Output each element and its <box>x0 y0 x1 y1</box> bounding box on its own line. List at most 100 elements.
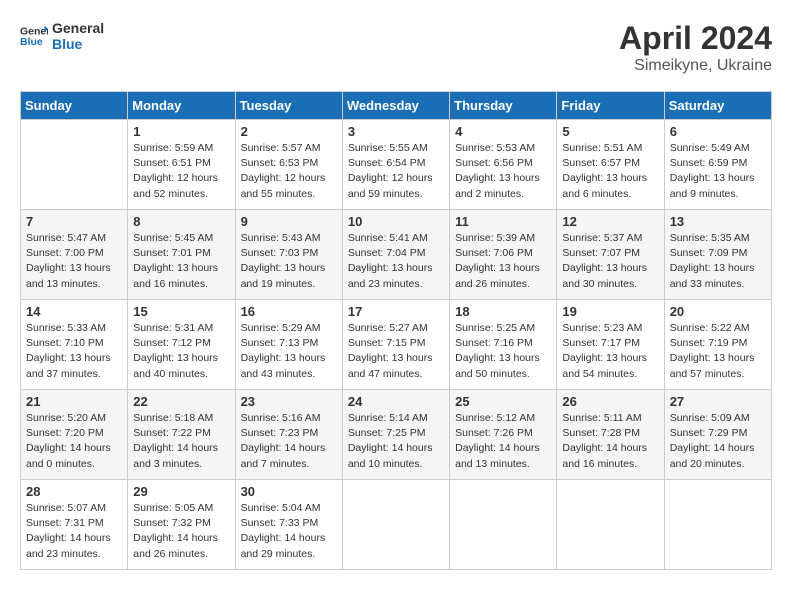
calendar-cell <box>342 480 449 570</box>
month-title: April 2024 <box>619 20 772 57</box>
day-number: 25 <box>455 394 551 409</box>
day-info: Sunrise: 5:55 AMSunset: 6:54 PMDaylight:… <box>348 141 444 202</box>
calendar-cell: 4Sunrise: 5:53 AMSunset: 6:56 PMDaylight… <box>450 120 557 210</box>
calendar-cell: 17Sunrise: 5:27 AMSunset: 7:15 PMDayligh… <box>342 300 449 390</box>
day-info: Sunrise: 5:37 AMSunset: 7:07 PMDaylight:… <box>562 231 658 292</box>
calendar-cell <box>21 120 128 210</box>
day-info: Sunrise: 5:43 AMSunset: 7:03 PMDaylight:… <box>241 231 337 292</box>
calendar-cell <box>450 480 557 570</box>
day-number: 23 <box>241 394 337 409</box>
day-number: 26 <box>562 394 658 409</box>
calendar-cell: 2 Sunrise: 5:57 AMSunset: 6:53 PMDaylight… <box>235 120 342 210</box>
calendar-week-row: 1 Sunrise: 5:59 AMSunset: 6:51 PMDaylight… <box>21 120 772 210</box>
calendar-cell: 15Sunrise: 5:31 AMSunset: 7:12 PMDayligh… <box>128 300 235 390</box>
day-info: Sunrise: 5:18 AMSunset: 7:22 PMDaylight:… <box>133 411 229 472</box>
calendar-week-row: 7 Sunrise: 5:47 AMSunset: 7:00 PMDaylight… <box>21 210 772 300</box>
day-number: 1 <box>133 124 229 139</box>
day-info: Sunrise: 5:20 AMSunset: 7:20 PMDaylight:… <box>26 411 122 472</box>
calendar-cell: 26 Sunrise: 5:11 AMSunset: 7:28 PMDayligh… <box>557 390 664 480</box>
calendar-week-row: 14Sunrise: 5:33 AMSunset: 7:10 PMDayligh… <box>21 300 772 390</box>
day-info: Sunrise: 5:39 AMSunset: 7:06 PMDaylight:… <box>455 231 551 292</box>
day-info: Sunrise: 5:07 AMSunset: 7:31 PMDaylight:… <box>26 501 122 562</box>
day-info: Sunrise: 5:49 AMSunset: 6:59 PMDaylight:… <box>670 141 766 202</box>
day-number: 19 <box>562 304 658 319</box>
day-info: Sunrise: 5:51 AMSunset: 6:57 PMDaylight:… <box>562 141 658 202</box>
title-block: April 2024 Simeikyne, Ukraine <box>619 20 772 75</box>
calendar-cell: 25 Sunrise: 5:12 AMSunset: 7:26 PMDayligh… <box>450 390 557 480</box>
day-info: Sunrise: 5:05 AMSunset: 7:32 PMDaylight:… <box>133 501 229 562</box>
day-number: 17 <box>348 304 444 319</box>
day-number: 20 <box>670 304 766 319</box>
day-number: 7 <box>26 214 122 229</box>
day-number: 4 <box>455 124 551 139</box>
header-day-friday: Friday <box>557 92 664 120</box>
calendar-cell: 27Sunrise: 5:09 AMSunset: 7:29 PMDayligh… <box>664 390 771 480</box>
day-number: 21 <box>26 394 122 409</box>
day-info: Sunrise: 5:57 AMSunset: 6:53 PMDaylight:… <box>241 141 337 202</box>
day-info: Sunrise: 5:45 AMSunset: 7:01 PMDaylight:… <box>133 231 229 292</box>
calendar-cell: 30 Sunrise: 5:04 AMSunset: 7:33 PMDayligh… <box>235 480 342 570</box>
calendar-cell: 19 Sunrise: 5:23 AMSunset: 7:17 PMDayligh… <box>557 300 664 390</box>
calendar-cell: 20 Sunrise: 5:22 AMSunset: 7:19 PMDayligh… <box>664 300 771 390</box>
calendar-cell: 7 Sunrise: 5:47 AMSunset: 7:00 PMDaylight… <box>21 210 128 300</box>
calendar-cell: 8 Sunrise: 5:45 AMSunset: 7:01 PMDaylight… <box>128 210 235 300</box>
svg-text:Blue: Blue <box>20 36 43 48</box>
day-info: Sunrise: 5:12 AMSunset: 7:26 PMDaylight:… <box>455 411 551 472</box>
calendar-cell <box>557 480 664 570</box>
day-info: Sunrise: 5:22 AMSunset: 7:19 PMDaylight:… <box>670 321 766 382</box>
day-info: Sunrise: 5:31 AMSunset: 7:12 PMDaylight:… <box>133 321 229 382</box>
calendar-cell: 29Sunrise: 5:05 AMSunset: 7:32 PMDayligh… <box>128 480 235 570</box>
day-number: 22 <box>133 394 229 409</box>
calendar-cell: 13 Sunrise: 5:35 AMSunset: 7:09 PMDayligh… <box>664 210 771 300</box>
calendar-table: SundayMondayTuesdayWednesdayThursdayFrid… <box>20 91 772 570</box>
day-number: 30 <box>241 484 337 499</box>
day-info: Sunrise: 5:11 AMSunset: 7:28 PMDaylight:… <box>562 411 658 472</box>
day-info: Sunrise: 5:04 AMSunset: 7:33 PMDaylight:… <box>241 501 337 562</box>
calendar-cell: 23 Sunrise: 5:16 AMSunset: 7:23 PMDayligh… <box>235 390 342 480</box>
calendar-cell: 12Sunrise: 5:37 AMSunset: 7:07 PMDayligh… <box>557 210 664 300</box>
header-day-monday: Monday <box>128 92 235 120</box>
calendar-cell: 18 Sunrise: 5:25 AMSunset: 7:16 PMDayligh… <box>450 300 557 390</box>
logo-general-text: General <box>52 20 104 36</box>
day-info: Sunrise: 5:16 AMSunset: 7:23 PMDaylight:… <box>241 411 337 472</box>
calendar-week-row: 28 Sunrise: 5:07 AMSunset: 7:31 PMDayligh… <box>21 480 772 570</box>
day-info: Sunrise: 5:47 AMSunset: 7:00 PMDaylight:… <box>26 231 122 292</box>
day-number: 6 <box>670 124 766 139</box>
calendar-week-row: 21 Sunrise: 5:20 AMSunset: 7:20 PMDayligh… <box>21 390 772 480</box>
logo-icon: General Blue <box>20 22 48 50</box>
day-info: Sunrise: 5:59 AMSunset: 6:51 PMDaylight:… <box>133 141 229 202</box>
day-number: 13 <box>670 214 766 229</box>
day-number: 10 <box>348 214 444 229</box>
calendar-cell: 14Sunrise: 5:33 AMSunset: 7:10 PMDayligh… <box>21 300 128 390</box>
location-title: Simeikyne, Ukraine <box>619 57 772 75</box>
calendar-cell: 28 Sunrise: 5:07 AMSunset: 7:31 PMDayligh… <box>21 480 128 570</box>
calendar-cell: 24Sunrise: 5:14 AMSunset: 7:25 PMDayligh… <box>342 390 449 480</box>
header-day-tuesday: Tuesday <box>235 92 342 120</box>
day-info: Sunrise: 5:23 AMSunset: 7:17 PMDaylight:… <box>562 321 658 382</box>
calendar-cell: 22 Sunrise: 5:18 AMSunset: 7:22 PMDayligh… <box>128 390 235 480</box>
calendar-cell <box>664 480 771 570</box>
day-info: Sunrise: 5:41 AMSunset: 7:04 PMDaylight:… <box>348 231 444 292</box>
calendar-cell: 10 Sunrise: 5:41 AMSunset: 7:04 PMDayligh… <box>342 210 449 300</box>
day-number: 3 <box>348 124 444 139</box>
day-number: 2 <box>241 124 337 139</box>
day-number: 27 <box>670 394 766 409</box>
header-day-sunday: Sunday <box>21 92 128 120</box>
calendar-cell: 21 Sunrise: 5:20 AMSunset: 7:20 PMDayligh… <box>21 390 128 480</box>
day-number: 16 <box>241 304 337 319</box>
day-info: Sunrise: 5:25 AMSunset: 7:16 PMDaylight:… <box>455 321 551 382</box>
logo: General Blue General Blue <box>20 20 104 52</box>
page-header: General Blue General Blue April 2024 Sim… <box>20 20 772 75</box>
header-day-saturday: Saturday <box>664 92 771 120</box>
day-number: 28 <box>26 484 122 499</box>
day-number: 18 <box>455 304 551 319</box>
day-number: 11 <box>455 214 551 229</box>
day-number: 5 <box>562 124 658 139</box>
calendar-cell: 6 Sunrise: 5:49 AMSunset: 6:59 PMDaylight… <box>664 120 771 210</box>
day-info: Sunrise: 5:35 AMSunset: 7:09 PMDaylight:… <box>670 231 766 292</box>
day-number: 24 <box>348 394 444 409</box>
header-day-wednesday: Wednesday <box>342 92 449 120</box>
day-number: 8 <box>133 214 229 229</box>
logo-blue-text: Blue <box>52 36 104 52</box>
calendar-cell: 11 Sunrise: 5:39 AMSunset: 7:06 PMDayligh… <box>450 210 557 300</box>
